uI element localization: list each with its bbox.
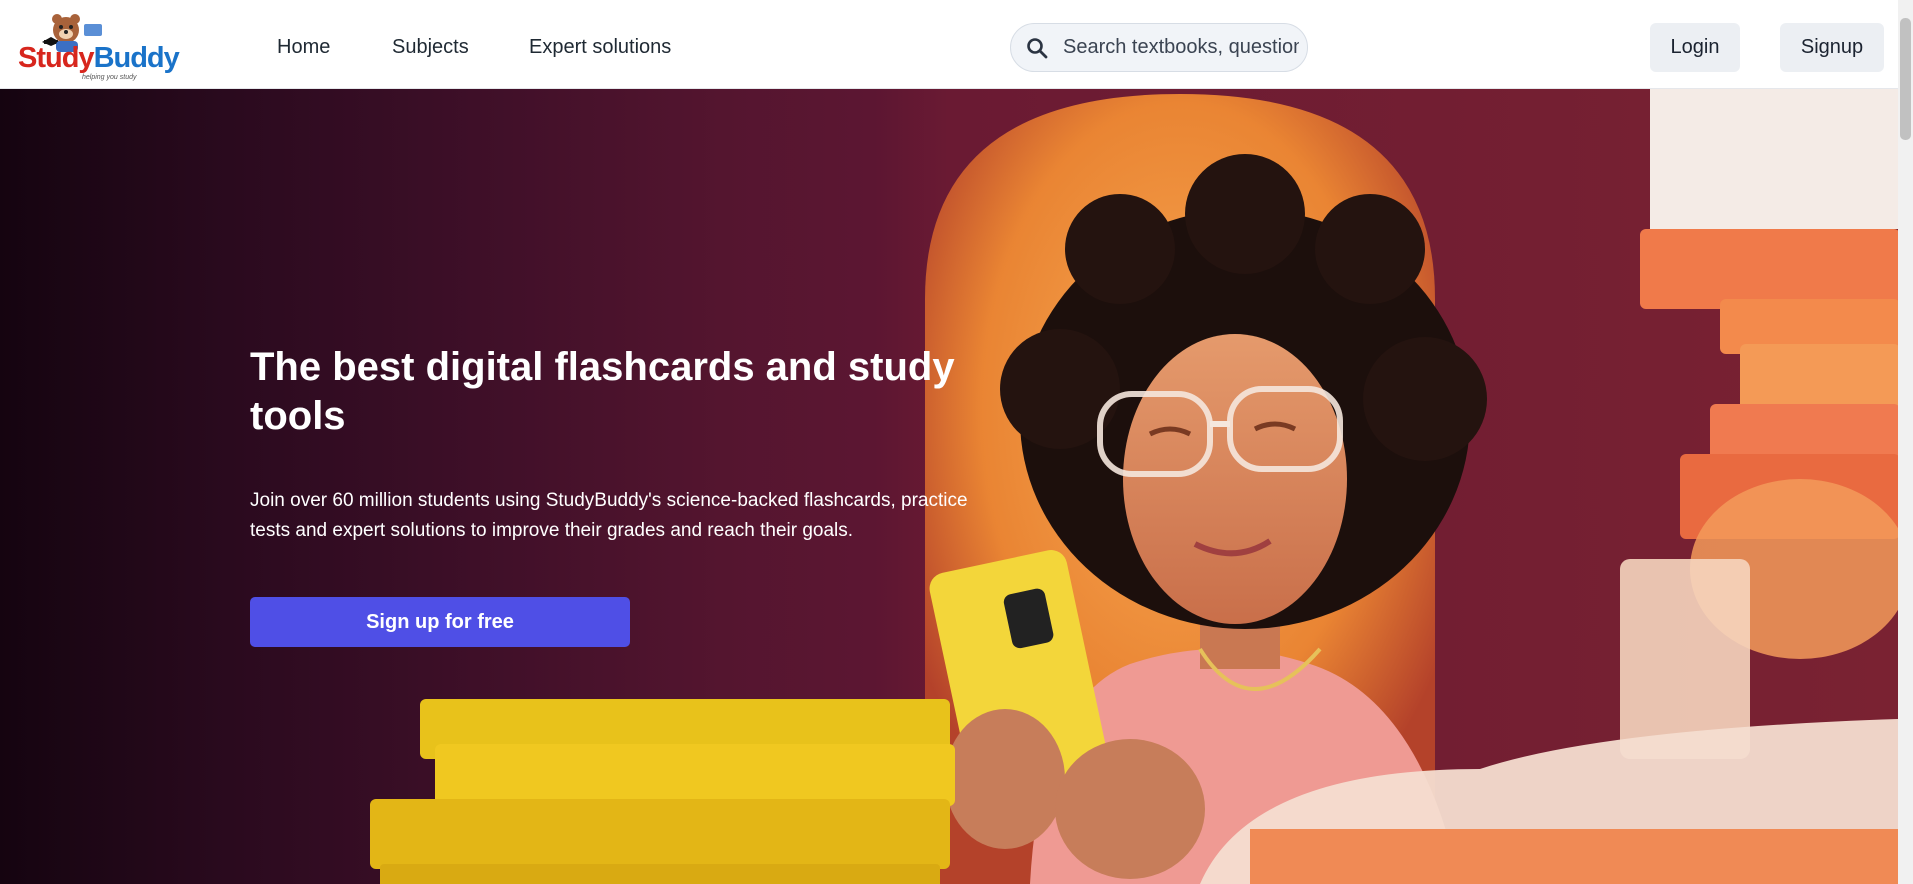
signup-button[interactable]: Signup (1780, 23, 1884, 72)
hero-subtitle: Join over 60 million students using Stud… (250, 490, 968, 541)
search-input[interactable] (1063, 24, 1299, 71)
orange-book-stack (1650, 89, 1898, 229)
hero-title: The best digital flashcards and study to… (250, 345, 955, 438)
search-bar[interactable] (1010, 23, 1308, 72)
login-button[interactable]: Login (1650, 23, 1740, 72)
nav-expert-solutions-link[interactable]: Expert solutions (529, 36, 671, 59)
search-icon (1027, 38, 1048, 59)
signup-free-button[interactable]: Sign up for free (250, 597, 630, 647)
hero-section: The best digital flashcards and study to… (0, 89, 1898, 884)
logo-wordmark: StudyBuddy (18, 42, 180, 74)
nav-home-link[interactable]: Home (277, 36, 330, 59)
nav-subjects-link[interactable]: Subjects (392, 36, 469, 59)
face (1123, 334, 1347, 624)
studybuddy-logo[interactable]: StudyBuddy helping you study (16, 8, 180, 84)
logo-tagline: helping you study (82, 74, 137, 81)
scrollbar-thumb[interactable] (1900, 18, 1911, 140)
top-navbar: StudyBuddy helping you study Home Subjec… (0, 0, 1898, 89)
